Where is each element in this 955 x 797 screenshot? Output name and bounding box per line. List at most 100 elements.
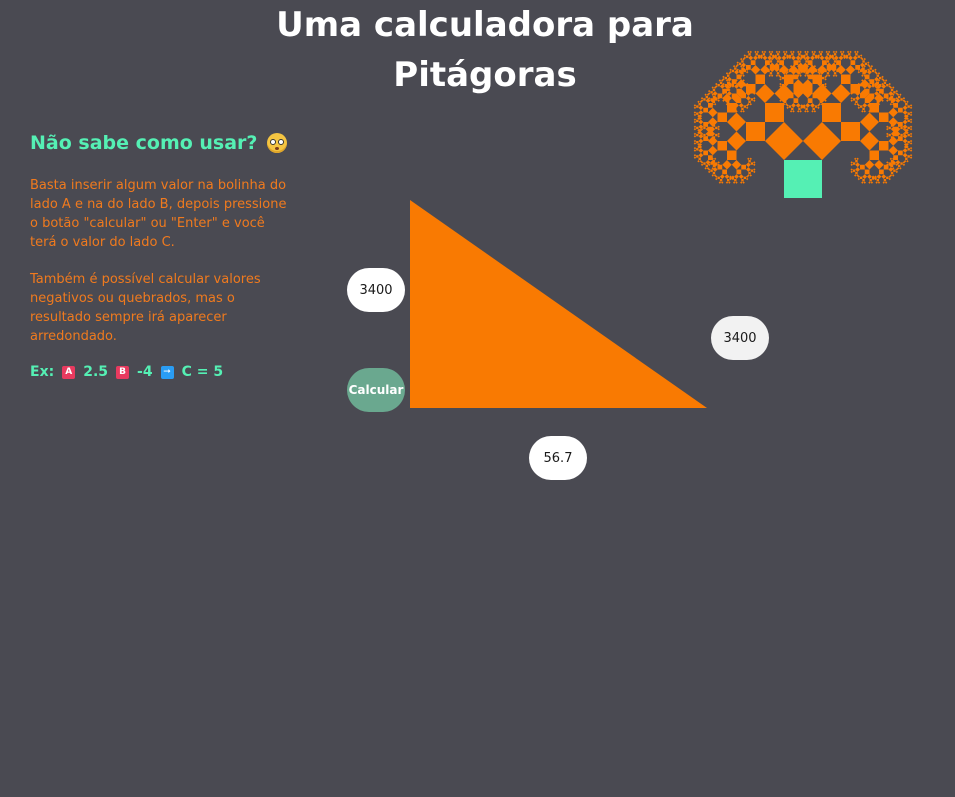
tree-branch-square [800, 55, 803, 58]
tree-branch-square [698, 119, 704, 125]
tree-branch-square [826, 72, 830, 75]
tree-branch-square [822, 98, 825, 101]
tree-branch-square [703, 150, 708, 156]
tree-branch-square [791, 103, 796, 108]
tree-branch-square [822, 76, 825, 80]
tree-branch-square [906, 160, 909, 163]
tree-branch-square [770, 74, 774, 77]
tree-branch-square [753, 163, 756, 166]
tree-branch-square [703, 162, 706, 165]
example-result: C = 5 [181, 364, 224, 380]
tree-branch-square [748, 160, 751, 163]
tree-branch-square [819, 74, 822, 77]
tree-branch-square [698, 145, 701, 149]
tree-branch-square [871, 84, 875, 87]
tree-branch-square [852, 98, 856, 101]
tree-branch-square [788, 105, 792, 108]
tree-branch-square [890, 136, 894, 139]
tree-branch-square [822, 60, 827, 65]
tree-branch-square [884, 181, 888, 184]
tree-branch-square [717, 127, 720, 131]
tree-branch-square [750, 169, 754, 172]
tree-branch-square [696, 155, 699, 158]
tree-branch-square [776, 60, 780, 63]
tree-branch-square [727, 103, 737, 113]
side-a-input[interactable] [347, 281, 405, 299]
tree-branch-square [769, 65, 775, 70]
tree-branch-square [819, 86, 822, 89]
tree-branch-square [833, 72, 837, 75]
tree-branch-square [697, 160, 700, 163]
tree-branch-square [708, 136, 718, 146]
tree-branch-square [890, 164, 894, 168]
tree-branch-square [697, 100, 700, 103]
tree-branch-square [741, 179, 744, 182]
tree-branch-square [703, 126, 706, 130]
tree-branch-square [909, 118, 913, 121]
tree-branch-square [740, 110, 743, 113]
tree-branch-square [735, 181, 738, 184]
tree-branch-square [819, 53, 822, 56]
tree-branch-square [729, 68, 732, 71]
tree-branch-square [753, 99, 756, 102]
tree-branch-square [724, 76, 727, 80]
tree-branch-square [907, 126, 910, 130]
tree-branch-square [871, 69, 875, 73]
tree-branch-square [909, 111, 913, 114]
tree-branch-square [696, 126, 699, 130]
tree-branch-square [852, 55, 858, 61]
side-a-bubble[interactable] [347, 268, 405, 312]
tree-branch-square [738, 103, 744, 108]
tree-branch-square [734, 179, 737, 182]
tree-branch-square [753, 97, 756, 100]
tree-branch-square [698, 105, 704, 111]
tree-branch-square [856, 157, 859, 160]
tree-branch-square [705, 164, 708, 168]
tree-branch-square [812, 53, 815, 56]
title-line-1: Uma calculadora para [276, 5, 694, 45]
tree-branch-square [722, 169, 727, 175]
tree-branch-square [864, 160, 875, 170]
tree-branch-square [734, 67, 737, 70]
letter-a-icon: A [62, 365, 76, 379]
tree-branch-square [693, 106, 697, 109]
tree-branch-square [748, 53, 751, 56]
side-b-input[interactable] [529, 449, 587, 467]
tree-branch-square [884, 79, 888, 82]
tree-branch-square [721, 181, 724, 184]
tree-branch-square [907, 148, 910, 151]
tree-branch-square [850, 97, 853, 100]
tree-branch-square [909, 132, 913, 136]
tree-branch-square [860, 164, 865, 170]
tree-branch-square [756, 50, 760, 54]
side-b-bubble[interactable] [529, 436, 587, 480]
tree-branch-square [824, 78, 827, 81]
side-c-result: 3400 [723, 330, 757, 346]
tree-branch-square [711, 86, 714, 89]
tree-branch-square [774, 84, 794, 103]
tree-branch-square [805, 60, 808, 63]
tree-branch-square [869, 79, 875, 84]
tree-branch-square [861, 74, 864, 77]
tree-branch-square [869, 150, 879, 160]
tree-branch-square [876, 174, 882, 179]
tree-branch-square [703, 136, 708, 141]
tree-branch-square [898, 136, 901, 139]
tree-branch-square [886, 125, 889, 128]
tree-branch-square [717, 99, 720, 102]
calculate-button[interactable]: Calcular [347, 368, 405, 412]
example-line: Ex: A 2.5 B -4 ➞ C = 5 [30, 364, 290, 380]
tree-branch-square [889, 103, 893, 106]
tree-branch-square [804, 110, 807, 113]
tree-branch-square [829, 55, 832, 58]
tree-branch-square [734, 174, 739, 179]
tree-branch-square [810, 103, 815, 108]
right-arrow-icon: ➞ [160, 365, 174, 379]
tree-branch-square [909, 146, 913, 150]
tree-branch-square [772, 55, 775, 58]
tree-branch-square [727, 179, 730, 182]
tree-branch-square [909, 142, 913, 145]
tree-branch-square [876, 179, 879, 182]
tree-branch-square [888, 117, 898, 127]
tree-branch-square [791, 107, 794, 111]
